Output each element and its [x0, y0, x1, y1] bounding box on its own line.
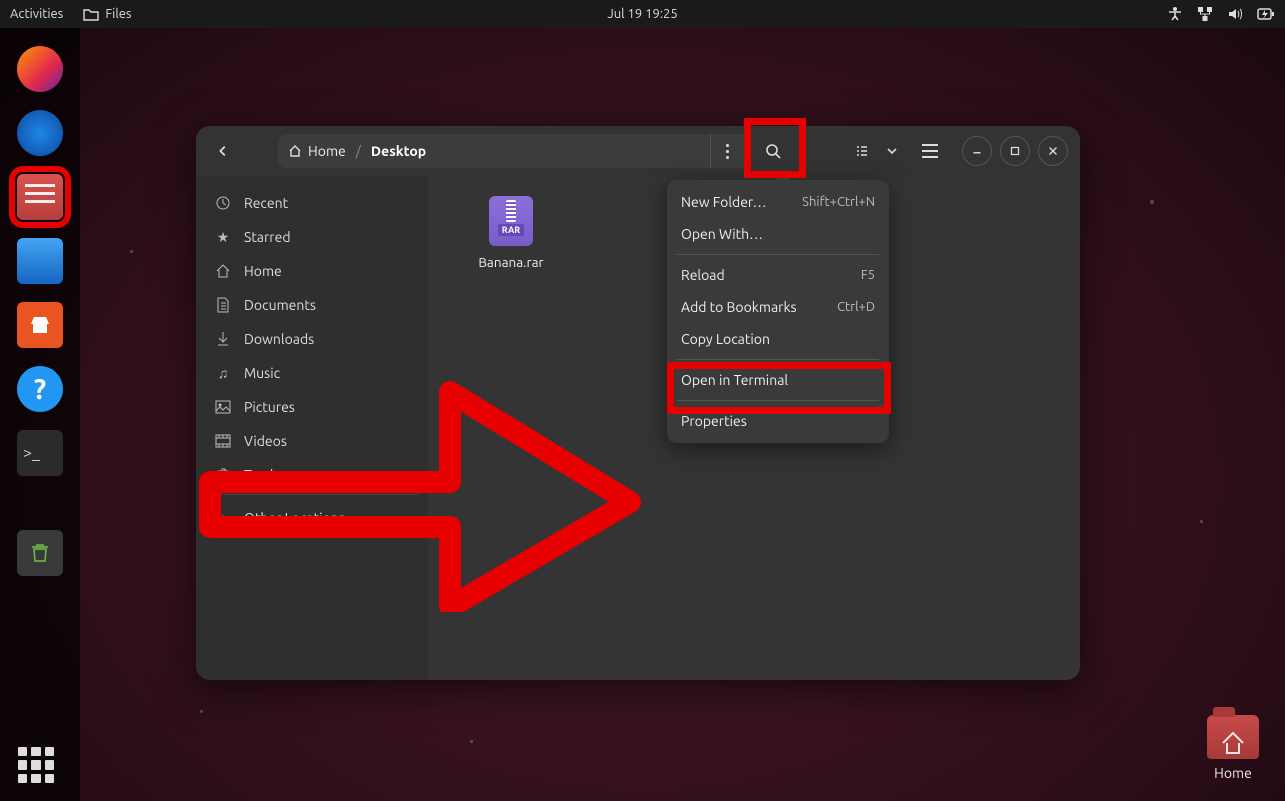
menu-open-with[interactable]: Open With…	[667, 218, 889, 250]
maximize-button[interactable]	[1000, 136, 1030, 166]
view-controls	[848, 137, 906, 165]
breadcrumb-current[interactable]: Desktop	[371, 143, 426, 159]
minimize-button[interactable]	[962, 136, 992, 166]
dock-thunderbird[interactable]	[17, 110, 63, 156]
dock-firefox[interactable]	[17, 46, 63, 92]
topbar-datetime[interactable]: Jul 19 19:25	[607, 7, 677, 21]
star-icon: ★	[214, 228, 232, 246]
topbar-app-label: Files	[105, 7, 131, 21]
file-item[interactable]: RAR Banana.rar	[466, 196, 556, 270]
dock-software[interactable]	[17, 302, 63, 348]
dock-files[interactable]	[17, 174, 63, 220]
sidebar-item-trash[interactable]: Trash	[202, 458, 422, 495]
video-icon	[214, 432, 232, 450]
sidebar-item-starred[interactable]: ★Starred	[202, 220, 422, 254]
files-window: Home / Desktop Recent ★Starred Home Docu…	[196, 126, 1080, 680]
folder-icon	[83, 7, 99, 21]
sidebar-item-other-locations[interactable]: +Other Locations	[202, 501, 422, 535]
list-view-button[interactable]	[848, 137, 876, 165]
show-applications[interactable]	[18, 747, 54, 783]
breadcrumb-home[interactable]: Home	[288, 143, 346, 159]
network-icon[interactable]	[1197, 6, 1213, 22]
picture-icon	[214, 398, 232, 416]
document-icon	[214, 296, 232, 314]
back-button[interactable]	[208, 136, 238, 166]
titlebar: Home / Desktop	[196, 126, 1080, 176]
trash-icon	[214, 466, 232, 484]
path-menu-button[interactable]	[710, 134, 744, 168]
close-button[interactable]	[1038, 136, 1068, 166]
sidebar-item-videos[interactable]: Videos	[202, 424, 422, 458]
breadcrumb[interactable]: Home / Desktop	[278, 134, 748, 168]
sidebar-item-pictures[interactable]: Pictures	[202, 390, 422, 424]
sidebar-item-music[interactable]: ♫Music	[202, 356, 422, 390]
topbar-app[interactable]: Files	[83, 7, 131, 21]
download-icon	[214, 330, 232, 348]
menu-add-bookmark[interactable]: Add to BookmarksCtrl+D	[667, 291, 889, 323]
file-name: Banana.rar	[466, 254, 556, 270]
music-icon: ♫	[214, 364, 232, 382]
dock-help[interactable]: ?	[17, 366, 63, 412]
menu-reload[interactable]: ReloadF5	[667, 259, 889, 291]
desktop-home-folder[interactable]: Home	[1207, 715, 1259, 781]
dock-trash[interactable]	[17, 530, 63, 576]
dock-terminal[interactable]: >_	[17, 430, 63, 476]
home-icon	[288, 144, 302, 158]
sidebar-item-home[interactable]: Home	[202, 254, 422, 288]
rar-file-icon: RAR	[489, 196, 533, 246]
volume-icon[interactable]	[1227, 6, 1243, 22]
sidebar-item-recent[interactable]: Recent	[202, 186, 422, 220]
desktop-home-label: Home	[1207, 765, 1259, 781]
view-dropdown-button[interactable]	[878, 137, 906, 165]
dock: ? >_	[0, 28, 80, 801]
battery-icon[interactable]	[1257, 7, 1275, 21]
sidebar-item-downloads[interactable]: Downloads	[202, 322, 422, 356]
topbar: Activities Files Jul 19 19:25	[0, 0, 1285, 28]
sidebar: Recent ★Starred Home Documents Downloads…	[196, 176, 428, 680]
activities-button[interactable]: Activities	[10, 7, 63, 21]
annotation-kebab-highlight	[744, 118, 806, 178]
home-icon	[214, 262, 232, 280]
menu-copy-location[interactable]: Copy Location	[667, 323, 889, 355]
clock-icon	[214, 194, 232, 212]
accessibility-icon[interactable]	[1167, 6, 1183, 22]
annotation-terminal-highlight	[667, 362, 891, 414]
plus-icon: +	[214, 509, 232, 527]
menu-new-folder[interactable]: New Folder…Shift+Ctrl+N	[667, 186, 889, 218]
dock-libreoffice[interactable]	[17, 238, 63, 284]
hamburger-menu[interactable]	[916, 137, 944, 165]
sidebar-item-documents[interactable]: Documents	[202, 288, 422, 322]
